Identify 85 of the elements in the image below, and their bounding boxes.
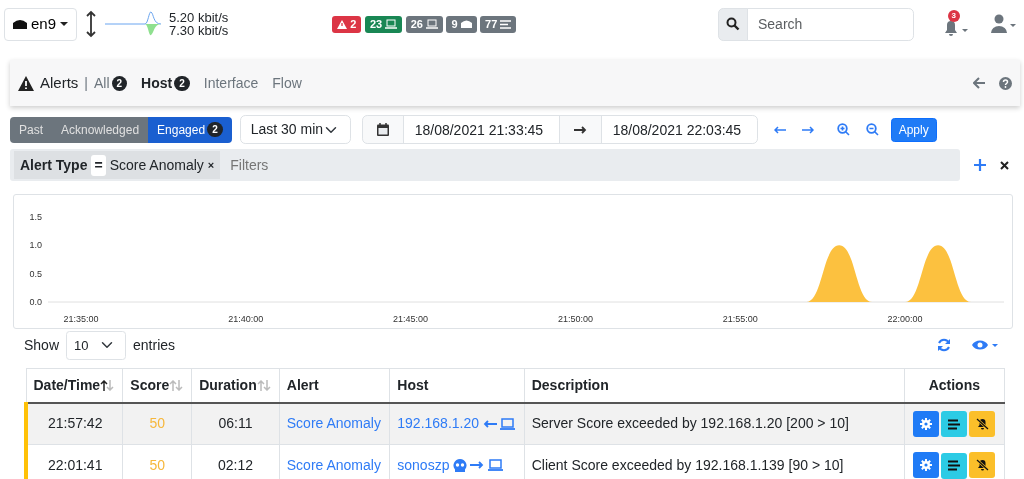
status-badge[interactable]: 23 — [364, 15, 403, 33]
network-icon — [13, 19, 27, 29]
entries-label: entries — [133, 335, 176, 355]
apply-button[interactable]: Apply — [890, 117, 937, 142]
user-menu-icon[interactable] — [990, 14, 1017, 34]
start-date-field[interactable]: 18/08/2021 21:33:45 — [403, 115, 561, 144]
column-header[interactable]: Score — [122, 368, 192, 403]
updown-arrows-icon — [85, 10, 98, 38]
tab[interactable]: Host 2 — [141, 72, 190, 94]
lines-icon — [948, 460, 961, 471]
visibility-menu-icon[interactable] — [972, 339, 998, 352]
status-badge[interactable]: 77 — [480, 15, 517, 33]
column-header: Alert — [279, 368, 390, 403]
laptop-icon[interactable] — [500, 417, 516, 430]
y-tick-label: 1.0 — [29, 240, 42, 251]
count-badge: 2 — [207, 122, 223, 137]
muted-bell-icon — [975, 459, 989, 471]
mute-button[interactable] — [969, 410, 996, 437]
x-tick-label: 21:35:00 — [63, 314, 99, 324]
x-tick-label: 21:50:00 — [557, 314, 593, 324]
warning-icon — [18, 75, 34, 91]
back-arrow-icon[interactable] — [973, 77, 986, 89]
network-icon — [460, 20, 472, 28]
status-tab[interactable]: Past — [10, 116, 52, 143]
x-tick-label: 21:55:00 — [722, 314, 758, 324]
tab[interactable]: Flow — [272, 72, 302, 94]
column-header: Actions — [904, 368, 1005, 403]
time-range-select[interactable]: Last 30 min — [239, 115, 351, 144]
settings-button[interactable] — [913, 410, 940, 437]
x-tick-label: 22:00:00 — [887, 314, 923, 324]
close-icon[interactable] — [1000, 160, 1009, 170]
filter-field[interactable]: Filters — [228, 153, 429, 177]
y-tick-label: 0.5 — [29, 268, 42, 279]
page-length-select[interactable]: 10 — [66, 331, 127, 360]
laptop-icon — [385, 19, 398, 29]
interface-dropdown[interactable]: en9 — [4, 7, 78, 41]
laptop-icon — [425, 19, 438, 29]
score-cell: 50 — [122, 402, 192, 445]
refresh-icon[interactable] — [937, 338, 951, 353]
column-header[interactable]: Duration — [191, 368, 280, 403]
x-tick-label: 21:40:00 — [228, 314, 264, 324]
status-badge[interactable]: 26 — [405, 15, 443, 33]
calendar-icon[interactable] — [362, 115, 405, 144]
gear-icon — [920, 459, 933, 471]
details-button[interactable] — [941, 452, 968, 479]
tab[interactable]: All 2 — [94, 72, 128, 94]
count-badge: 2 — [174, 75, 190, 91]
separator: | — [84, 73, 88, 93]
search-field[interactable]: Search — [746, 7, 914, 41]
upload-rate: 5.20 kbit/s — [169, 11, 229, 24]
column-header: Description — [524, 368, 905, 403]
settings-button[interactable] — [913, 452, 940, 478]
notification-count: 3 — [947, 10, 960, 22]
table-cell: Server Score exceeded by 192.168.1.20 [200 > 10] — [524, 402, 905, 445]
download-rate: 7.30 kbit/s — [169, 24, 229, 37]
tab[interactable]: Interface — [203, 72, 259, 94]
warning-icon — [337, 19, 348, 29]
table-cell: 06:11 — [191, 402, 280, 445]
mute-button[interactable] — [969, 452, 996, 478]
show-label: Show — [24, 335, 60, 355]
laptop-icon[interactable] — [487, 459, 503, 472]
lines-icon — [948, 418, 961, 430]
x-tick-label: 21:45:00 — [393, 314, 429, 324]
table-cell: 22:01:41 — [26, 444, 123, 479]
add-icon[interactable] — [974, 159, 986, 171]
y-tick-label: 0.0 — [29, 297, 42, 307]
count-badge: 2 — [111, 75, 128, 91]
status-tab[interactable]: Engaged 2 — [148, 116, 232, 143]
lines-icon — [500, 19, 512, 29]
search-icon[interactable] — [717, 7, 748, 41]
caret-icon — [60, 21, 69, 27]
status-tab[interactable]: Acknowledged — [52, 116, 149, 143]
column-header[interactable]: Date/Time — [26, 368, 123, 403]
muted-bell-icon — [975, 417, 989, 430]
page-title: Alerts — [40, 72, 79, 93]
end-date-field[interactable]: 18/08/2021 22:03:45 — [601, 115, 759, 144]
details-button[interactable] — [941, 411, 968, 437]
table-cell: 21:57:42 — [26, 402, 123, 445]
help-icon[interactable] — [999, 76, 1012, 90]
column-header: Host — [389, 368, 525, 403]
gear-icon — [920, 417, 933, 430]
y-tick-label: 1.5 — [29, 212, 42, 222]
status-badge[interactable]: 9 — [446, 15, 477, 33]
filter-chip: Alert Type = Score Anomaly × — [14, 151, 221, 179]
status-badge[interactable]: 2 — [332, 15, 362, 33]
